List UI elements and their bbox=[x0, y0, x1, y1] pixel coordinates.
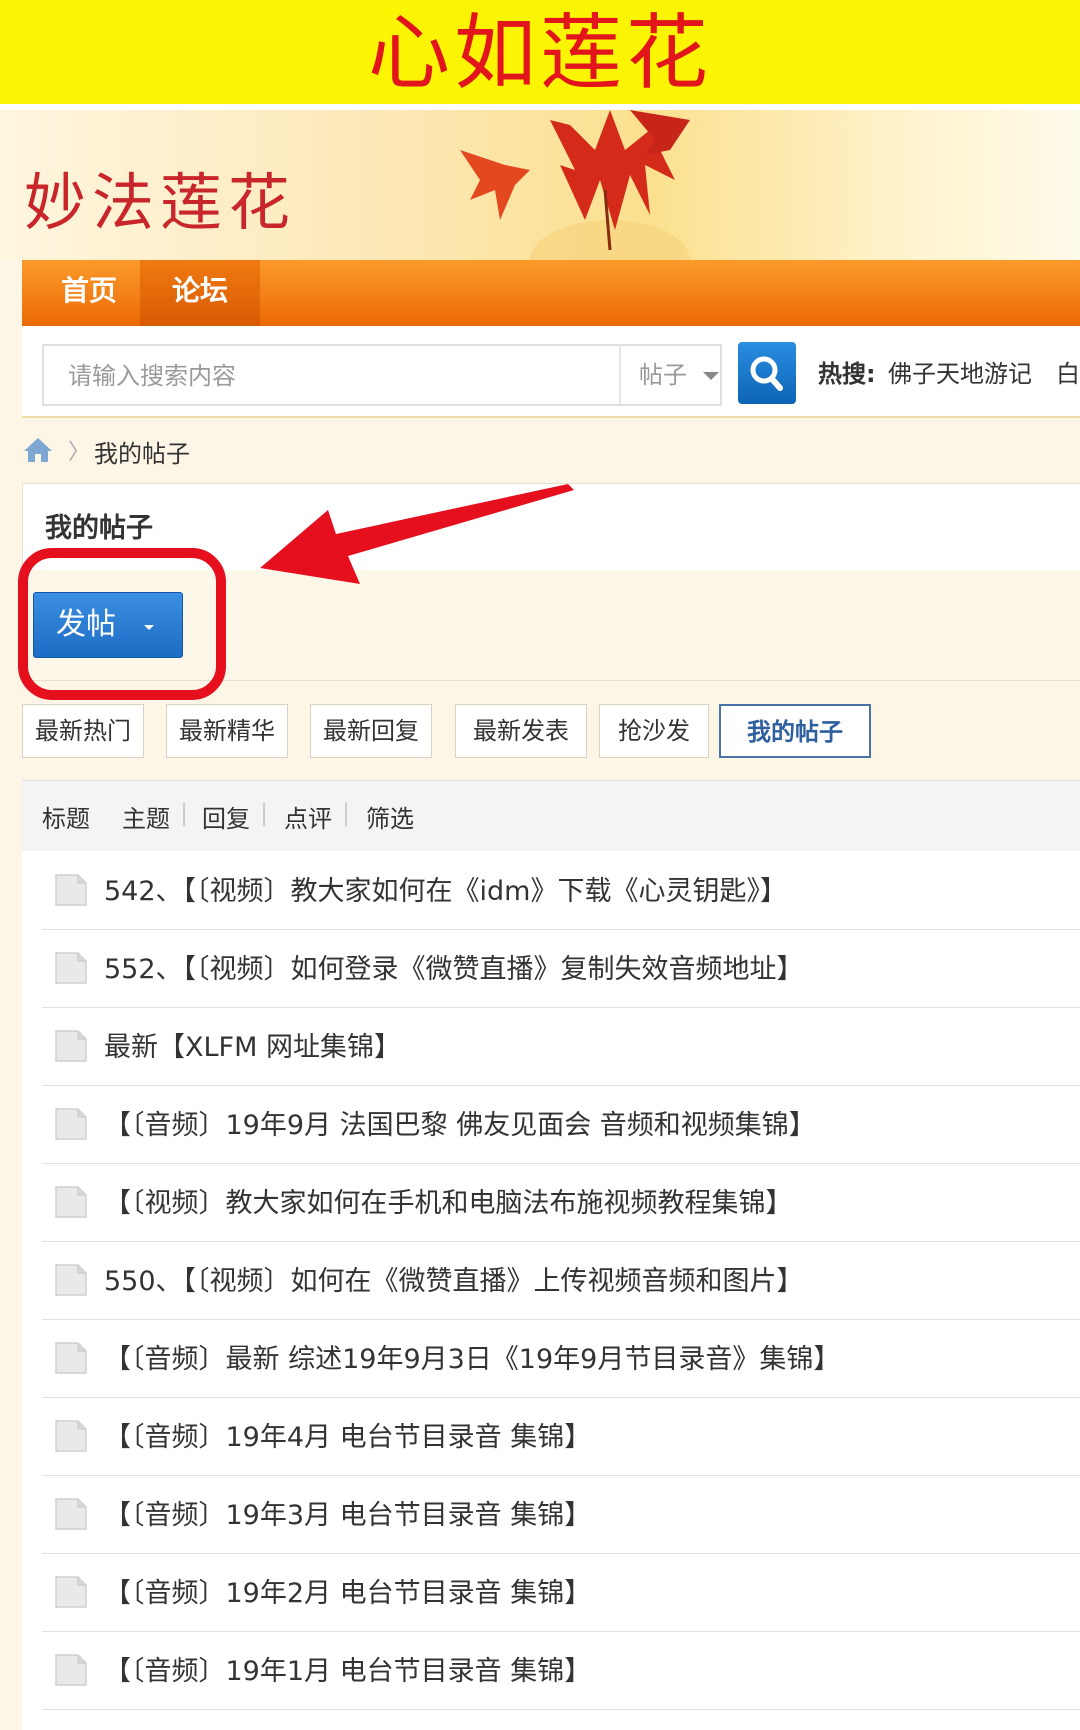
main-nav: 首页 论坛 bbox=[22, 260, 1080, 330]
post-title[interactable]: 【〔视频〕教大家如何在手机和电脑法布施视频教程集锦】 bbox=[104, 1181, 793, 1220]
separator: | bbox=[180, 799, 189, 827]
list-item[interactable]: 【〔音频〕19年2月 电台节目录音 集锦】 bbox=[42, 1553, 1080, 1632]
chevron-right-icon: 〉 bbox=[68, 440, 91, 465]
nav-forum[interactable]: 论坛 bbox=[140, 260, 260, 330]
list-item[interactable]: 552、【〔视频〕如何登录《微赞直播》复制失效音频地址】 bbox=[42, 929, 1080, 1008]
list-item[interactable]: 【〔视频〕教大家如何在手机和电脑法布施视频教程集锦】 bbox=[42, 1163, 1080, 1242]
search-button[interactable] bbox=[738, 342, 796, 404]
document-icon bbox=[55, 1420, 87, 1452]
search-bar: 帖子 热搜: 佛子天地游记白话 bbox=[22, 326, 1080, 416]
breadcrumb-current: 我的帖子 bbox=[94, 440, 190, 468]
separator: | bbox=[260, 799, 269, 827]
post-title[interactable]: 550、【〔视频〕如何在《微赞直播》上传视频音频和图片】 bbox=[104, 1259, 804, 1298]
filter-button[interactable]: 筛选 bbox=[366, 799, 414, 834]
annotation-highlight-box bbox=[18, 548, 226, 700]
list-item[interactable]: 【〔音频〕19年9月 法国巴黎 佛友见面会 音频和视频集锦】 bbox=[42, 1085, 1080, 1164]
post-title[interactable]: 【〔音频〕19年4月 电台节目录音 集锦】 bbox=[104, 1415, 591, 1454]
post-title[interactable]: 最新【XLFM 网址集锦】 bbox=[104, 1025, 401, 1064]
tab-latest-replies[interactable]: 最新回复 bbox=[310, 704, 432, 758]
filter-tabs: 最新热门 最新精华 最新回复 最新发表 抢沙发 我的帖子 bbox=[22, 704, 1080, 760]
hot-search-item[interactable]: 白话 bbox=[1056, 360, 1080, 388]
search-type-select[interactable]: 帖子 bbox=[619, 346, 719, 404]
hot-search-label: 热搜: bbox=[818, 360, 876, 388]
list-item[interactable]: 【〔音频〕19年1月 电台节目录音 集锦】 bbox=[42, 1631, 1080, 1710]
list-item[interactable]: 550、【〔视频〕如何在《微赞直播》上传视频音频和图片】 bbox=[42, 1241, 1080, 1320]
document-icon bbox=[55, 874, 87, 906]
search-type-label: 帖子 bbox=[639, 361, 687, 389]
post-title[interactable]: 【〔音频〕19年1月 电台节目录音 集锦】 bbox=[104, 1649, 591, 1688]
post-title[interactable]: 552、【〔视频〕如何登录《微赞直播》复制失效音频地址】 bbox=[104, 947, 804, 986]
nav-home[interactable]: 首页 bbox=[34, 260, 144, 326]
tab-my-posts[interactable]: 我的帖子 bbox=[719, 704, 871, 758]
document-icon bbox=[55, 952, 87, 984]
post-title[interactable]: 【〔音频〕19年9月 法国巴黎 佛友见面会 音频和视频集锦】 bbox=[104, 1103, 816, 1142]
separator: | bbox=[342, 799, 351, 827]
list-item[interactable]: 【〔音频〕最新 综述19年9月3日《19年9月节目录音》集锦】 bbox=[42, 1319, 1080, 1398]
list-item[interactable]: 542、【〔视频〕教大家如何在《idm》下载《心灵钥匙》】 bbox=[42, 851, 1080, 930]
post-title[interactable]: 【〔音频〕19年2月 电台节目录音 集锦】 bbox=[104, 1571, 591, 1610]
site-header: 妙法莲花 bbox=[0, 110, 1080, 260]
hot-search-item[interactable]: 佛子天地游记 bbox=[888, 360, 1032, 388]
search-box: 帖子 bbox=[42, 344, 722, 406]
list-item[interactable]: 【〔音频〕19年3月 电台节目录音 集锦】 bbox=[42, 1475, 1080, 1554]
site-logo[interactable]: 妙法莲花 bbox=[24, 152, 296, 242]
list-item[interactable]: 最新【XLFM 网址集锦】 bbox=[42, 1007, 1080, 1086]
document-icon bbox=[55, 1264, 87, 1296]
col-title: 标题 bbox=[42, 805, 90, 833]
filter-review[interactable]: 点评 bbox=[284, 799, 332, 834]
document-icon bbox=[55, 1186, 87, 1218]
document-icon bbox=[55, 1576, 87, 1608]
tab-sofa[interactable]: 抢沙发 bbox=[599, 704, 709, 758]
post-title[interactable]: 【〔音频〕最新 综述19年9月3日《19年9月节目录音》集锦】 bbox=[104, 1337, 840, 1376]
document-icon bbox=[55, 1342, 87, 1374]
divider bbox=[22, 416, 1080, 418]
document-icon bbox=[55, 1108, 87, 1140]
post-list: 542、【〔视频〕教大家如何在《idm》下载《心灵钥匙》】 552、【〔视频〕如… bbox=[22, 851, 1080, 1730]
post-title[interactable]: 【〔音频〕19年3月 电台节目录音 集锦】 bbox=[104, 1493, 591, 1532]
banner-title: 心如莲花 bbox=[367, 6, 712, 101]
panel-title: 我的帖子 bbox=[45, 513, 153, 544]
hot-search-list: 佛子天地游记白话 bbox=[888, 354, 1080, 389]
table-header: 标题 主题 | 回复 | 点评 | 筛选 bbox=[22, 780, 1080, 852]
home-icon[interactable] bbox=[22, 436, 54, 464]
tab-latest-hot[interactable]: 最新热门 bbox=[22, 704, 144, 758]
search-input[interactable] bbox=[44, 346, 625, 406]
document-icon bbox=[55, 1498, 87, 1530]
filter-reply[interactable]: 回复 bbox=[202, 799, 250, 834]
tab-latest-posts[interactable]: 最新发表 bbox=[455, 704, 587, 758]
post-title[interactable]: 542、【〔视频〕教大家如何在《idm》下载《心灵钥匙》】 bbox=[104, 869, 787, 908]
list-item[interactable]: 【〔音频〕19年4月 电台节目录音 集锦】 bbox=[42, 1397, 1080, 1476]
document-icon bbox=[55, 1030, 87, 1062]
maple-leaves-image bbox=[460, 110, 690, 260]
top-banner: 心如莲花 bbox=[0, 0, 1080, 110]
tab-latest-featured[interactable]: 最新精华 bbox=[166, 704, 288, 758]
document-icon bbox=[55, 1654, 87, 1686]
search-icon bbox=[750, 356, 783, 391]
annotation-arrow-icon bbox=[260, 484, 574, 584]
filter-theme[interactable]: 主题 bbox=[122, 799, 170, 834]
chevron-down-icon bbox=[703, 372, 719, 380]
